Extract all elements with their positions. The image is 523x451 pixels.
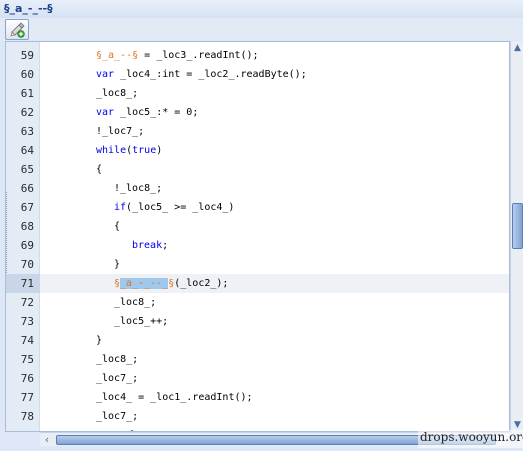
code-line[interactable]: 61 _loc8_; xyxy=(6,84,509,103)
code-text: _loc5_++; xyxy=(114,312,168,331)
code-line[interactable]: 63 !_loc7_; xyxy=(6,122,509,141)
code-line[interactable]: 75 _loc8_; xyxy=(6,350,509,369)
code-text: break; xyxy=(132,236,168,255)
code-token: _loc4_:int = _loc2_.readByte(); xyxy=(114,69,307,80)
line-number: 77 xyxy=(20,391,34,404)
code-text: _loc8_; xyxy=(114,293,156,312)
line-number: 60 xyxy=(20,68,34,81)
code-token: _loc8_; xyxy=(96,354,139,365)
code-line[interactable]: 72 _loc8_; xyxy=(6,293,509,312)
code-text: } xyxy=(96,331,102,350)
code-token: _loc4_ = _loc1_.readInt(); xyxy=(96,392,253,403)
code-token: } xyxy=(96,335,103,346)
code-token: { xyxy=(114,221,121,232)
code-text: !_loc8_; xyxy=(114,179,162,198)
code-text: _loc8_; xyxy=(96,350,138,369)
code-token: _loc5_:* = 0; xyxy=(114,107,199,118)
code-text: var _loc5_:* = 0; xyxy=(96,103,198,122)
code-token: _loc8_; xyxy=(114,297,157,308)
code-token: _loc5_++; xyxy=(114,316,169,327)
line-number: 63 xyxy=(20,125,34,138)
code-text: _loc7_; xyxy=(96,369,138,388)
code-text: §_a_-_--_§(_loc2_); xyxy=(114,274,228,293)
add-button[interactable] xyxy=(5,19,29,40)
code-line[interactable]: 62 var _loc5_:* = 0; xyxy=(6,103,509,122)
code-token: ; xyxy=(162,240,169,251)
code-token: = _loc3_.readInt(); xyxy=(138,50,259,61)
line-number xyxy=(6,426,40,431)
line-number: 72 xyxy=(20,296,34,309)
pencil-add-icon xyxy=(10,22,25,38)
line-number: 76 xyxy=(20,372,34,385)
code-text: { xyxy=(114,217,120,236)
code-text: !_loc7_; xyxy=(96,122,144,141)
code-text: _loc8_; xyxy=(96,84,138,103)
line-number: 68 xyxy=(20,220,34,233)
keyword-token: var xyxy=(96,69,115,80)
keyword-token: true xyxy=(132,145,157,156)
line-number: 70 xyxy=(20,258,34,271)
line-number: 74 xyxy=(20,334,34,347)
code-token: !_loc8_; xyxy=(114,183,163,194)
code-line-current[interactable]: 71 §_a_-_--_§(_loc2_); xyxy=(6,274,509,293)
code-line[interactable]: 59 §_a_--§ = _loc3_.readInt(); xyxy=(6,46,509,65)
line-number: 64 xyxy=(20,144,34,157)
code-line[interactable]: 60 var _loc4_:int = _loc2_.readByte(); xyxy=(6,65,509,84)
code-text: _loc7_; xyxy=(96,407,138,426)
code-text: while(true) xyxy=(96,141,162,160)
code-line[interactable]: 69 break; xyxy=(6,236,509,255)
keyword-token: break xyxy=(132,240,163,251)
code-token: _loc7_; xyxy=(96,411,139,422)
code-token: (_loc2_); xyxy=(174,278,229,289)
code-text: } xyxy=(114,255,120,274)
line-number: 71 xyxy=(6,274,40,293)
code-line[interactable]: 67 if(_loc5_ >= _loc4_) xyxy=(6,198,509,217)
code-line[interactable]: 73 _loc5_++; xyxy=(6,312,509,331)
code-token: ) xyxy=(156,145,163,156)
code-line[interactable]: 76 _loc7_; xyxy=(6,369,509,388)
scroll-up-icon[interactable]: ▲ xyxy=(512,42,523,54)
code-token: } xyxy=(114,259,121,270)
code-token: !_loc7_; xyxy=(96,126,145,137)
line-number: 67 xyxy=(20,201,34,214)
code-line[interactable]: 66 !_loc8_; xyxy=(6,179,509,198)
code-line[interactable]: 64 while(true) xyxy=(6,141,509,160)
code-line[interactable]: 65 { xyxy=(6,160,509,179)
line-number: 62 xyxy=(20,106,34,119)
toolbar xyxy=(0,18,523,40)
code-text: var _loc4_:int = _loc2_.readByte(); xyxy=(96,65,307,84)
code-text: _loc4_ = _loc1_.readInt(); xyxy=(96,388,253,407)
code-token: _loc7_; xyxy=(96,373,139,384)
code-line[interactable]: 78 _loc7_; xyxy=(6,407,509,426)
code-line[interactable]: 68 { xyxy=(6,217,509,236)
window-title: §_a_-_--§ xyxy=(0,0,523,18)
vertical-scrollbar[interactable]: ▲ ▼ xyxy=(510,41,523,432)
line-number: 78 xyxy=(20,410,34,423)
line-number: 65 xyxy=(20,163,34,176)
code-token: { xyxy=(96,164,103,175)
code-text: { xyxy=(96,160,102,179)
line-number: 73 xyxy=(20,315,34,328)
selected-token: _a_-_--_ xyxy=(120,278,169,289)
line-number: 61 xyxy=(20,87,34,100)
vertical-scroll-thumb[interactable] xyxy=(512,203,523,249)
code-token: _loc8_; xyxy=(96,88,139,99)
code-text: if(_loc5_ >= _loc4_) xyxy=(114,198,234,217)
keyword-token: if xyxy=(114,202,127,213)
identifier-token: §_a_--§ xyxy=(96,50,139,61)
code-line[interactable]: 77 _loc4_ = _loc1_.readInt(); xyxy=(6,388,509,407)
code-token: (_loc5_ >= _loc4_) xyxy=(126,202,235,213)
keyword-token: while xyxy=(96,145,127,156)
line-number: 69 xyxy=(20,239,34,252)
line-number: 59 xyxy=(20,49,34,62)
watermark: drops.wooyun.org xyxy=(418,430,523,448)
code-line[interactable]: 70} xyxy=(6,255,509,274)
code-text: §_a_--§ = _loc3_.readInt(); xyxy=(96,46,259,65)
line-number: 66 xyxy=(20,182,34,195)
scroll-left-icon[interactable]: ‹ xyxy=(40,433,54,447)
code-line[interactable]: 74} xyxy=(6,331,509,350)
keyword-token: var xyxy=(96,107,115,118)
code-editor[interactable]: 59 §_a_--§ = _loc3_.readInt(); 60 var _loc4… xyxy=(5,41,510,432)
line-number: 75 xyxy=(20,353,34,366)
